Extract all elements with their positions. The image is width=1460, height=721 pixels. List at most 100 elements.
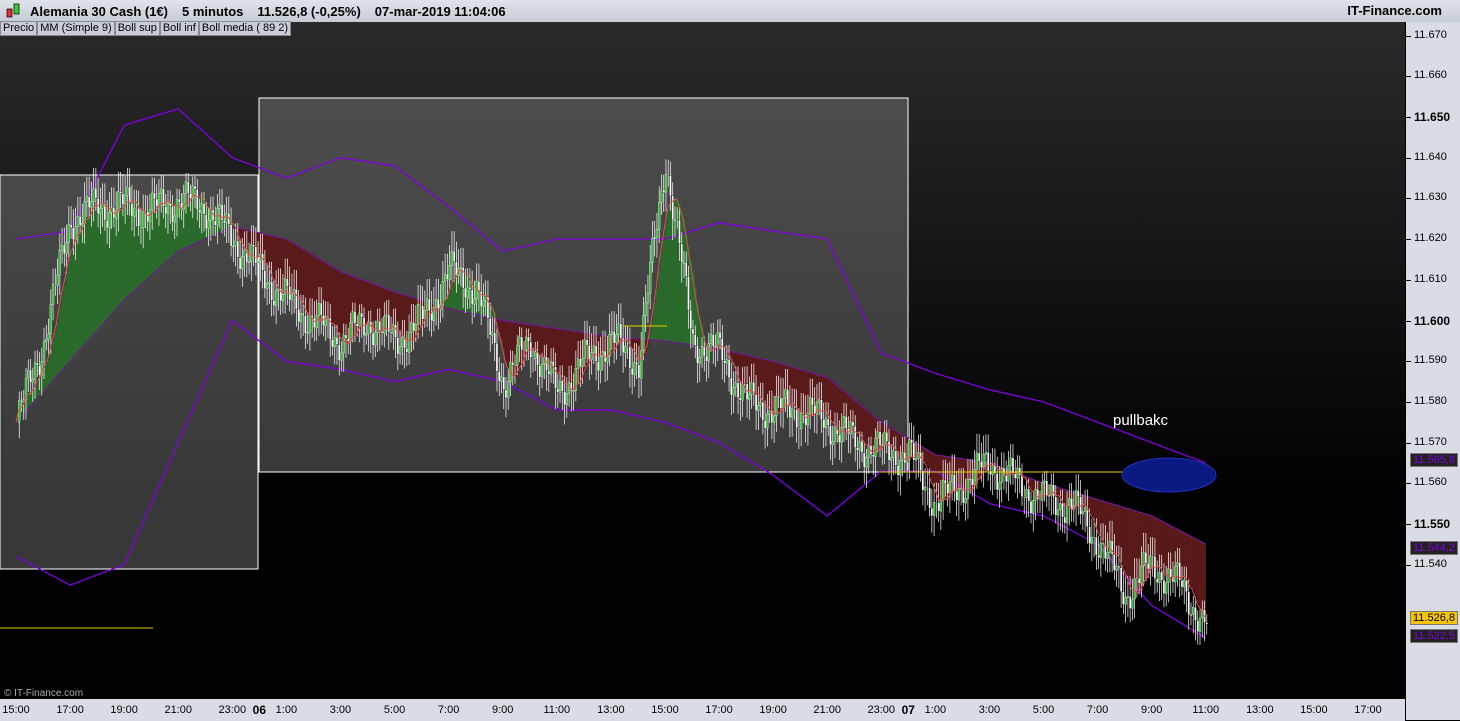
ma-band-fill	[340, 272, 342, 338]
candle	[825, 419, 827, 428]
ma-band-fill	[68, 263, 70, 364]
legend-boll-inf[interactable]: Boll inf	[160, 21, 199, 36]
candle	[793, 409, 795, 410]
y-tick-label: 11.570	[1414, 436, 1447, 448]
candle	[275, 290, 277, 305]
candle	[886, 432, 888, 441]
ma-band-fill	[631, 338, 633, 347]
candle	[383, 316, 385, 333]
candle	[1080, 497, 1082, 514]
candle	[773, 416, 775, 423]
candle	[331, 340, 333, 347]
candle	[1152, 556, 1154, 557]
x-tick-label: 07	[902, 703, 915, 717]
candle	[1136, 578, 1138, 579]
candle	[395, 325, 397, 338]
candle	[658, 202, 660, 229]
candle	[57, 275, 59, 285]
candle	[21, 400, 23, 402]
candle	[856, 448, 858, 451]
candle	[809, 397, 811, 413]
y-tick-label: 11.610	[1414, 273, 1447, 285]
ma-band-fill	[86, 220, 88, 343]
ma-band-fill	[50, 352, 52, 385]
candle	[1030, 501, 1032, 513]
candle	[239, 257, 241, 269]
brand: IT-Finance.com	[1347, 3, 1442, 18]
candle	[532, 358, 534, 359]
price-axis[interactable]: 11.67011.66011.65011.64011.63011.62011.6…	[1405, 22, 1460, 720]
candle	[1138, 578, 1140, 583]
candle	[390, 332, 392, 333]
candle	[235, 241, 237, 246]
candle	[1145, 552, 1147, 563]
candle	[500, 377, 502, 382]
chart-plot-area[interactable]	[0, 22, 1405, 698]
legend-boll-media[interactable]: Boll media ( 89 2)	[199, 21, 291, 36]
candle	[268, 282, 270, 284]
candle	[377, 321, 379, 332]
candle	[780, 398, 782, 408]
x-tick-label: 7:00	[438, 704, 459, 716]
price-tag: 11.526,8	[1410, 611, 1458, 625]
ma-band-fill	[122, 210, 124, 303]
ma-band-fill	[126, 202, 128, 298]
candle	[1129, 596, 1131, 608]
candle	[422, 306, 424, 319]
ma-band-fill	[656, 290, 658, 340]
candle	[890, 457, 892, 460]
ma-band-fill	[54, 332, 56, 379]
candle	[59, 250, 61, 275]
legend-boll-sup[interactable]: Boll sup	[115, 21, 160, 36]
candle	[165, 207, 167, 214]
candle	[579, 359, 581, 367]
candle	[676, 220, 678, 221]
candle	[629, 347, 631, 368]
candle	[1041, 483, 1043, 501]
candle	[875, 438, 877, 457]
candle	[949, 482, 951, 493]
candle	[1134, 578, 1136, 599]
candle	[473, 299, 475, 305]
candle	[904, 452, 906, 463]
legend-mm[interactable]: MM (Simple 9)	[37, 21, 115, 36]
candle	[518, 337, 520, 346]
x-tick-label: 23:00	[868, 704, 896, 716]
price-tag: 11.544,2	[1410, 541, 1458, 555]
candle	[122, 193, 124, 204]
candle	[453, 251, 455, 261]
indicator-legend: Precio MM (Simple 9) Boll sup Boll inf B…	[0, 21, 291, 36]
y-tick-label: 11.670	[1414, 29, 1447, 41]
candle	[728, 360, 730, 378]
candle	[320, 303, 322, 315]
candle	[737, 383, 739, 398]
x-tick-label: 11:00	[1192, 704, 1219, 716]
candle	[861, 441, 863, 452]
candle	[95, 188, 97, 198]
candle	[1194, 607, 1196, 621]
candle	[726, 360, 728, 364]
candle	[1156, 579, 1158, 583]
candle	[640, 351, 642, 378]
time-axis[interactable]: 15:0017:0019:0021:0023:00061:003:005:007…	[0, 698, 1405, 721]
candle	[911, 440, 913, 443]
ma-band-fill	[1190, 536, 1192, 587]
candle	[951, 475, 953, 482]
candle	[778, 396, 780, 398]
candle	[185, 182, 187, 194]
candle	[338, 345, 340, 361]
candle	[77, 216, 79, 226]
candle	[687, 276, 689, 310]
ma-band-fill	[336, 269, 338, 327]
candle	[1143, 552, 1145, 566]
ma-band-fill	[667, 211, 669, 341]
candle	[985, 452, 987, 454]
candle	[449, 266, 451, 280]
timeframe[interactable]: 5 minutos	[182, 4, 243, 19]
candle	[669, 175, 671, 195]
candle	[708, 343, 710, 361]
candle	[84, 202, 86, 223]
candle	[505, 390, 507, 398]
candle	[464, 288, 466, 298]
legend-precio[interactable]: Precio	[0, 21, 37, 36]
